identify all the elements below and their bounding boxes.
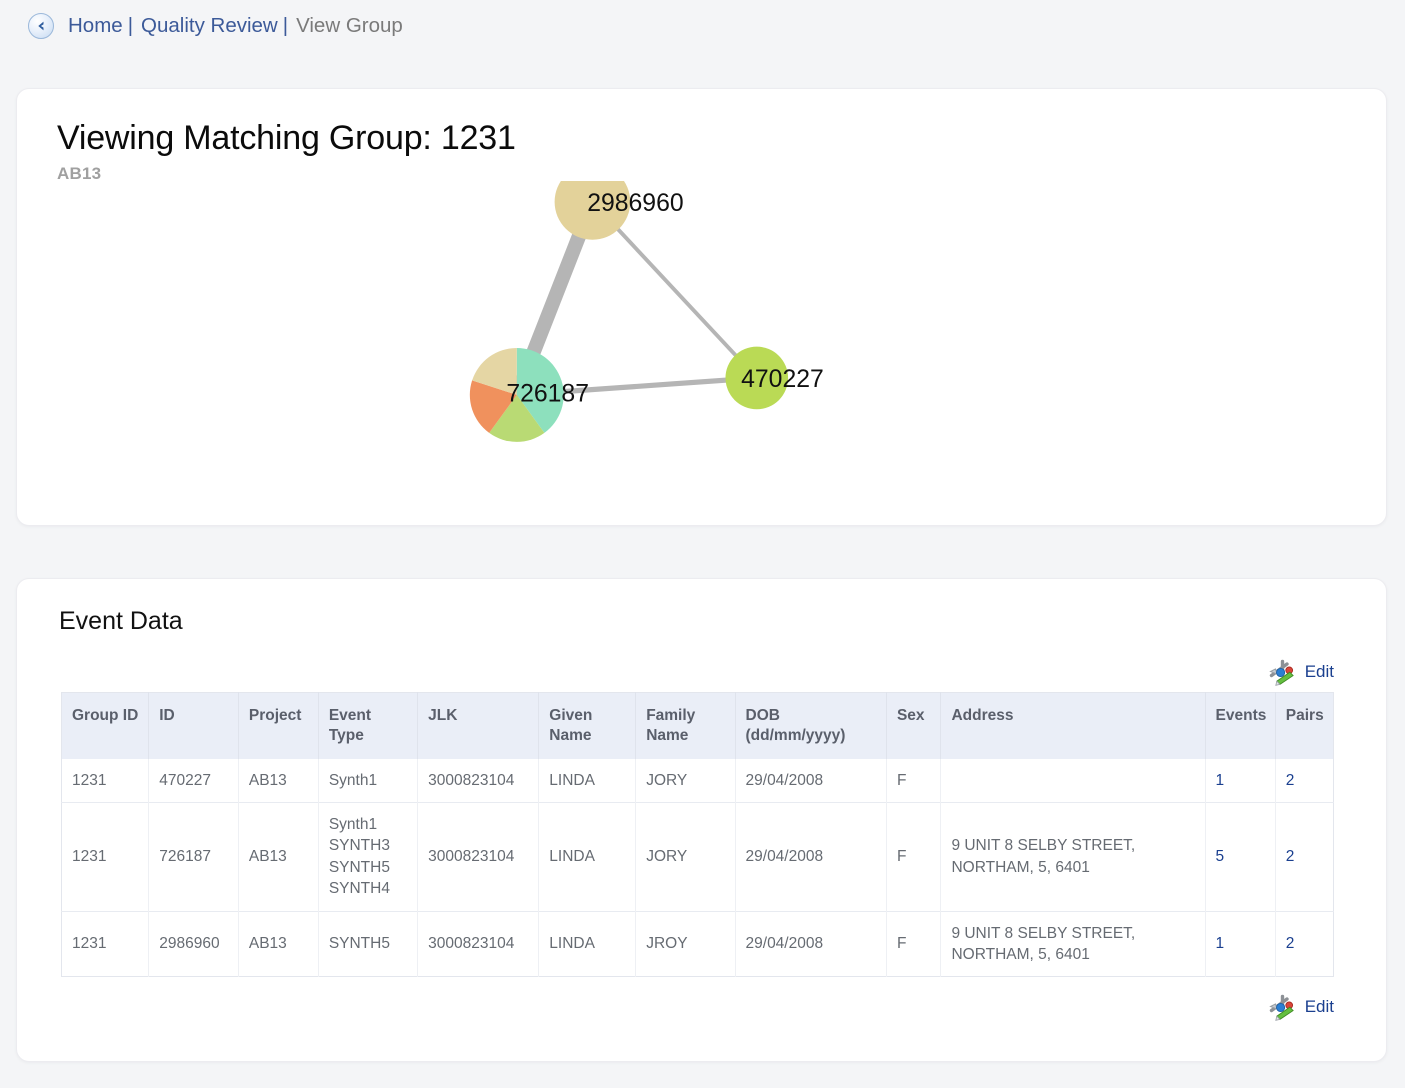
event-table-body: 1231 470227 AB13 Synth1 3000823104 LINDA JORY 2… <box>61 758 1334 977</box>
edit-button-bottom[interactable]: Edit <box>1266 993 1334 1022</box>
cell-given-name: LINDA <box>538 910 637 977</box>
cell-group-id: 1231 <box>61 910 150 977</box>
edit-bar-bottom: Edit <box>17 993 1386 1022</box>
cell-jlk: 3000823104 <box>417 910 540 977</box>
table-row: 1231 470227 AB13 Synth1 3000823104 LINDA JORY 2… <box>61 758 1334 803</box>
column-header-given-name[interactable]: Given Name <box>538 692 637 759</box>
cell-address <box>940 758 1206 803</box>
cell-id: 726187 <box>148 802 239 912</box>
tools-edit-icon <box>1266 658 1296 686</box>
cell-event-type: Synth1 SYNTH3 SYNTH5 SYNTH4 <box>318 802 419 912</box>
cell-dob: 29/04/2008 <box>735 758 887 803</box>
cell-events[interactable]: 1 <box>1205 910 1276 977</box>
table-row: 1231 726187 AB13 Synth1 SYNTH3 SYNTH5 SYNTH… <box>61 802 1334 912</box>
cell-pairs[interactable]: 2 <box>1275 910 1334 977</box>
cell-sex: F <box>886 802 942 912</box>
back-button[interactable] <box>28 13 54 39</box>
column-header-id[interactable]: ID <box>148 692 239 759</box>
cell-sex: F <box>886 758 942 803</box>
graph-node-470227[interactable]: 470227 <box>724 346 824 410</box>
column-header-event-type[interactable]: Event Type <box>318 692 419 759</box>
breadcrumb-item-quality-review[interactable]: Quality Review <box>141 14 278 38</box>
cell-given-name: LINDA <box>538 758 637 803</box>
column-header-dob[interactable]: DOB (dd/mm/yyyy) <box>735 692 887 759</box>
cell-jlk: 3000823104 <box>417 758 540 803</box>
cell-events[interactable]: 1 <box>1205 758 1276 803</box>
cell-group-id: 1231 <box>61 802 150 912</box>
column-header-address[interactable]: Address <box>940 692 1206 759</box>
breadcrumb-item-view-group: View Group <box>296 14 403 37</box>
column-header-group-id[interactable]: Group ID <box>61 692 150 759</box>
cell-pairs[interactable]: 2 <box>1275 802 1334 912</box>
cell-family-name: JORY <box>635 802 736 912</box>
back-arrow-icon <box>34 19 48 33</box>
column-header-pairs[interactable]: Pairs <box>1275 692 1334 759</box>
network-graph[interactable]: 2986960 726187 470227 <box>17 181 1386 501</box>
column-header-family-name[interactable]: Family Name <box>635 692 736 759</box>
cell-event-type: SYNTH5 <box>318 910 419 977</box>
event-data-card: Event Data Edit Group ID ID Project Even… <box>16 578 1387 1063</box>
cell-dob: 29/04/2008 <box>735 802 887 912</box>
column-header-sex[interactable]: Sex <box>886 692 942 759</box>
column-header-project[interactable]: Project <box>238 692 319 759</box>
column-header-jlk[interactable]: JLK <box>417 692 540 759</box>
cell-pairs[interactable]: 2 <box>1275 759 1333 803</box>
event-table: Group ID ID Project Event Type JLK Given… <box>61 692 1334 978</box>
section-title-event-data: Event Data <box>59 607 183 635</box>
link-pairs[interactable]: 2 <box>1286 772 1295 789</box>
cell-id: 2986960 <box>148 910 239 977</box>
network-graph-svg[interactable]: 2986960 726187 470227 <box>202 181 1202 481</box>
table-header-row: Group ID ID Project Event Type JLK Given… <box>61 692 1334 759</box>
cell-id: 470227 <box>148 758 239 803</box>
graph-node-label: 726187 <box>506 380 589 407</box>
cell-family-name: JROY <box>635 910 736 977</box>
edit-button-top[interactable]: Edit <box>1266 658 1334 686</box>
cell-project: AB13 <box>238 910 319 977</box>
cell-events[interactable]: 5 <box>1205 802 1276 912</box>
graph-node-label: 470227 <box>741 366 824 393</box>
tools-edit-icon <box>1266 993 1296 1022</box>
cell-family-name: JORY <box>635 758 736 803</box>
matching-group-card: Viewing Matching Group: 1231 AB13 298696… <box>16 88 1387 526</box>
cell-sex: F <box>886 910 942 977</box>
link-events[interactable]: 5 <box>1216 848 1225 865</box>
edit-bar-top: Edit <box>17 658 1386 686</box>
cell-address: 9 UNIT 8 SELBY STREET, NORTHAM, 5, 6401 <box>940 910 1206 977</box>
link-pairs[interactable]: 2 <box>1286 848 1295 865</box>
column-header-events[interactable]: Events <box>1205 692 1276 759</box>
cell-event-type: Synth1 <box>318 758 419 803</box>
event-table-head: Group ID ID Project Event Type JLK Given… <box>61 692 1334 759</box>
graph-node-label: 2986960 <box>587 190 683 217</box>
cell-project: AB13 <box>238 758 319 803</box>
edit-label-bottom: Edit <box>1304 997 1334 1017</box>
page-title: Viewing Matching Group: 1231 <box>57 119 516 157</box>
breadcrumb-item-home[interactable]: Home <box>68 14 123 38</box>
breadcrumb: Home | Quality Review | View Group <box>0 0 1405 52</box>
cell-dob: 29/04/2008 <box>735 910 887 977</box>
event-table-container: Group ID ID Project Event Type JLK Given… <box>17 692 1386 978</box>
link-events[interactable]: 1 <box>1216 772 1225 789</box>
edit-label-top: Edit <box>1304 662 1334 681</box>
cell-group-id: 1231 <box>61 758 150 803</box>
cell-jlk: 3000823104 <box>417 802 540 912</box>
link-events[interactable]: 1 <box>1216 935 1225 952</box>
cell-project: AB13 <box>238 802 319 912</box>
cell-given-name: LINDA <box>538 802 637 912</box>
graph-node-726187[interactable]: 726187 <box>469 347 589 442</box>
table-row: 1231 2986960 AB13 SYNTH5 3000823104 LINDA JROY… <box>61 910 1334 977</box>
cell-address: 9 UNIT 8 SELBY STREET, NORTHAM, 5, 6401 <box>940 802 1206 912</box>
link-pairs[interactable]: 2 <box>1286 935 1295 952</box>
breadcrumb-separator-1: | <box>127 14 134 37</box>
breadcrumb-separator-2: | <box>282 14 289 37</box>
